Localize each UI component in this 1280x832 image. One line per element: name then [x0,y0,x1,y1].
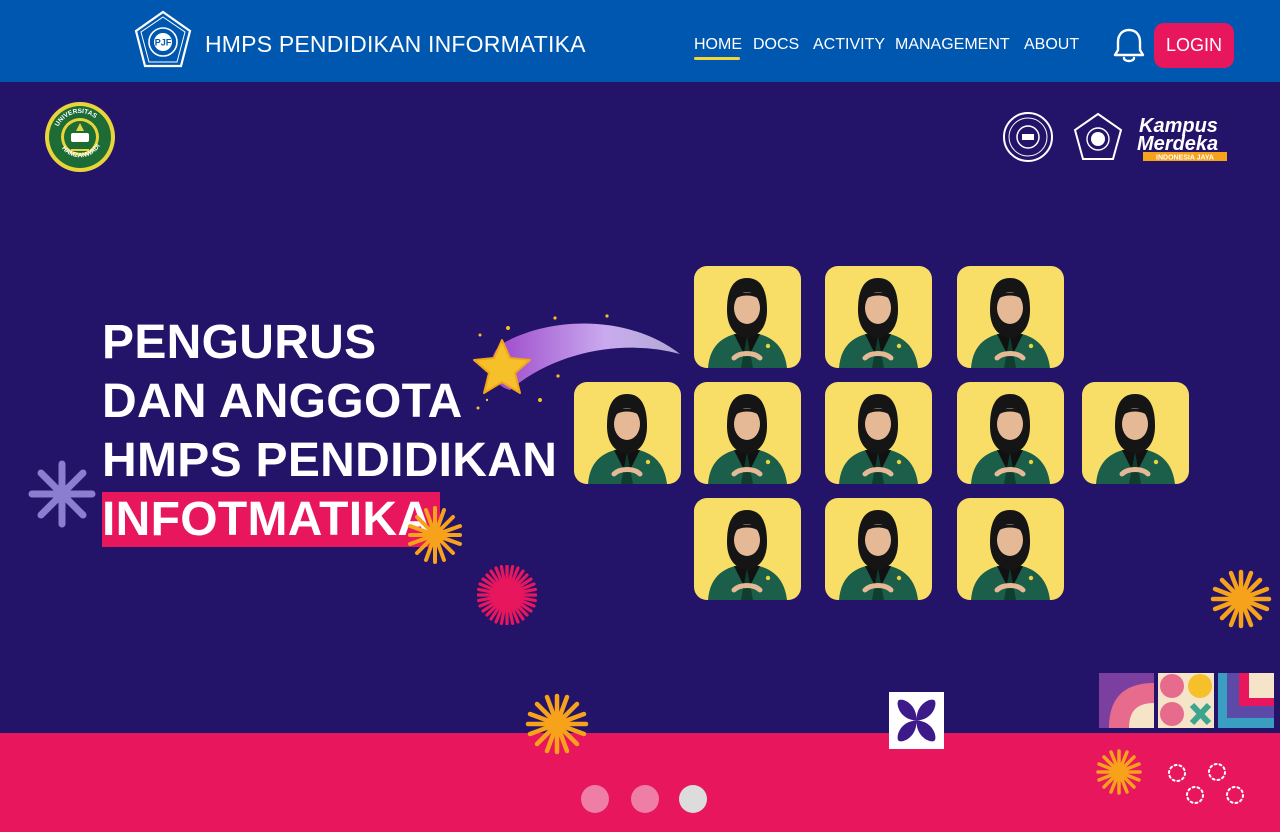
kampus-merdeka-logo: Kampus Merdeka INDONESIA JAYA [1137,115,1227,162]
carousel-dot-2[interactable] [631,785,659,813]
university-logo-icon: UNIVERSITAS HAMZANWADI [45,102,115,172]
svg-text:INDONESIA JAYA: INDONESIA JAYA [1156,155,1214,162]
nav-link-activity[interactable]: ACTIVITY [813,36,885,54]
nav-link-about[interactable]: ABOUT [1024,36,1079,54]
carousel-dot-1[interactable] [581,785,609,813]
member-photo[interactable] [825,266,932,368]
member-photo[interactable] [694,266,801,368]
pink-sunburst-icon [477,565,537,625]
heading-line: HMPS PENDIDIKAN [102,434,558,487]
member-photo[interactable] [957,266,1064,368]
sparkle-cluster-icon [1168,763,1244,804]
member-photo[interactable] [574,382,681,484]
member-photo[interactable] [1082,382,1189,484]
universitas-hamzanwadi-logo-icon [1003,112,1053,162]
site-title[interactable]: HMPS PENDIDIKAN INFORMATIKA [205,31,586,58]
nav-link-docs[interactable]: DOCS [753,36,799,54]
heading-highlight: INFOTMATIKA [102,492,441,547]
member-photo[interactable] [694,382,801,484]
bell-icon[interactable] [1112,27,1146,65]
top-navbar: PJF HMPS PENDIDIKAN INFORMATIKA HOME DOC… [0,0,1280,82]
orange-flower-icon [1096,749,1142,795]
bottom-band [0,733,1280,832]
hmps-logo-icon[interactable]: PJF [132,10,194,72]
member-photo[interactable] [957,498,1064,600]
member-photo[interactable] [694,498,801,600]
orange-flower-icon [1210,569,1272,629]
member-photo[interactable] [825,382,932,484]
member-photo[interactable] [957,382,1064,484]
login-button[interactable]: LOGIN [1154,23,1234,68]
nav-link-management[interactable]: MANAGEMENT [895,36,1010,54]
geometric-pattern-icon [1099,673,1274,728]
carousel-dot-3[interactable] [679,785,707,813]
orange-flower-icon [525,693,589,755]
logo-monogram: PJF [155,38,172,48]
clover-tile-icon [889,692,944,749]
nav-link-home[interactable]: HOME [694,36,742,60]
svg-text:Merdeka: Merdeka [1137,133,1218,155]
member-photo[interactable] [825,498,932,600]
lavender-flower-icon [28,460,96,528]
orange-flower-icon [408,506,462,564]
pjf-logo-icon [1073,112,1123,160]
